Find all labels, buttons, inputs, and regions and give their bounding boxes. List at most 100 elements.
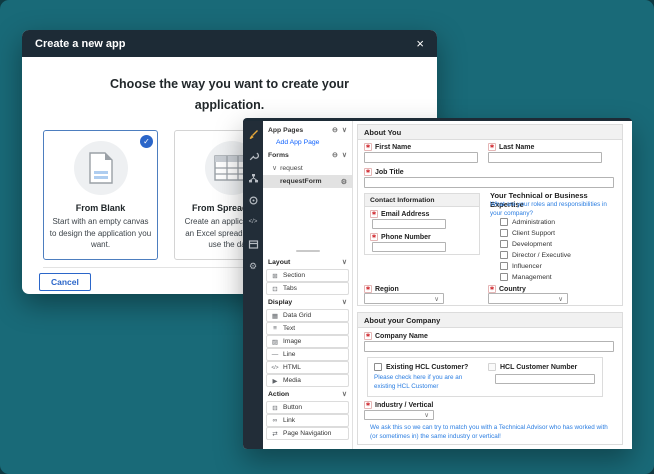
checkbox-icon[interactable] <box>500 240 508 248</box>
from-blank-title: From Blank <box>44 203 157 213</box>
required-icon: ∗ <box>364 332 372 340</box>
forms-header[interactable]: Forms ⊖ ∨ <box>263 149 352 161</box>
chevron-down-icon: ∨ <box>342 390 347 398</box>
checkbox-icon[interactable] <box>500 262 508 270</box>
palette-item-tabs[interactable]: ⊡ Tabs <box>266 282 349 295</box>
collapse-all-icon[interactable]: ⊖ <box>332 151 338 159</box>
email-address-input[interactable] <box>372 219 446 229</box>
industry-label: ∗ Industry / Vertical <box>364 401 433 409</box>
palette-section-display[interactable]: Display ∨ <box>263 297 352 307</box>
palette-item-html[interactable]: </> HTML <box>266 361 349 374</box>
palette-item-link[interactable]: ∞ Link <box>266 414 349 427</box>
palette-item-label: Link <box>283 417 295 424</box>
palette-item-section[interactable]: ⊞ Section <box>266 269 349 282</box>
customer-number-label-row: HCL Customer Number <box>488 363 577 371</box>
checkbox-administration[interactable]: Administration <box>500 218 555 226</box>
from-blank-description: Start with an empty canvas to design the… <box>49 216 152 251</box>
palette-section-action[interactable]: Action ∨ <box>263 389 352 399</box>
company-name-input[interactable] <box>364 341 614 352</box>
required-icon: ∗ <box>370 233 378 241</box>
checkbox-icon[interactable] <box>500 229 508 237</box>
wrench-icon[interactable] <box>247 150 259 162</box>
existing-customer-checkbox[interactable]: Existing HCL Customer? <box>374 363 468 371</box>
industry-helper: We ask this so we can try to match you w… <box>370 424 610 441</box>
chevron-down-icon[interactable]: ∨ <box>342 126 347 134</box>
required-icon: ∗ <box>488 143 496 151</box>
palette-item-image[interactable]: ▨ Image <box>266 335 349 348</box>
display-label: Display <box>268 299 292 306</box>
html-icon: </> <box>271 365 279 371</box>
phone-number-label: ∗ Phone Number <box>370 233 431 241</box>
palette-item-media[interactable]: ▶ Media <box>266 374 349 387</box>
palette-item-label: Tabs <box>283 285 297 292</box>
checkbox-icon[interactable] <box>500 273 508 281</box>
media-icon: ▶ <box>271 377 279 385</box>
link-icon: ∞ <box>271 417 279 424</box>
checkbox-director-executive[interactable]: Director / Executive <box>500 251 571 259</box>
image-icon: ▨ <box>271 338 279 346</box>
country-select[interactable]: ∨ <box>488 293 568 304</box>
palette-item-button[interactable]: ⊟ Button <box>266 401 349 414</box>
panel-drag-handle[interactable] <box>296 250 320 252</box>
phone-number-input[interactable] <box>372 242 446 252</box>
cancel-button[interactable]: Cancel <box>39 273 91 291</box>
layout-label: Layout <box>268 259 290 266</box>
form-settings-gear-icon[interactable]: ⚙ <box>341 178 347 186</box>
palette-item-text[interactable]: ≡ Text <box>266 322 349 335</box>
job-title-label: ∗ Job Title <box>364 168 404 176</box>
checkbox-icon[interactable] <box>374 363 382 371</box>
optional-marker-icon <box>488 363 496 371</box>
chevron-down-icon: ∨ <box>342 298 347 306</box>
lifecycle-icon[interactable] <box>247 194 259 206</box>
section-about-company: About your Company ∗ Company Name Existi… <box>357 312 623 445</box>
data-store-icon[interactable] <box>247 238 259 250</box>
job-title-input[interactable] <box>364 177 614 188</box>
palette-item-label: HTML <box>283 364 301 371</box>
selected-form-label: requestForm <box>280 178 322 185</box>
code-icon[interactable]: </> <box>247 216 259 228</box>
checkbox-influencer[interactable]: Influencer <box>500 262 542 270</box>
checkbox-icon[interactable] <box>500 251 508 259</box>
section-icon: ⊞ <box>271 272 279 280</box>
region-select[interactable]: ∨ <box>364 293 444 304</box>
palette-item-page-navigation[interactable]: ⇄ Page Navigation <box>266 427 349 440</box>
left-icon-rail: </> ⚙ <box>243 121 263 449</box>
close-icon[interactable]: × <box>416 37 424 50</box>
palette-section-layout[interactable]: Layout ∨ <box>263 257 352 267</box>
country-label: ∗ Country <box>488 285 526 293</box>
chevron-down-icon: ∨ <box>342 258 347 266</box>
add-app-page-link[interactable]: Add App Page <box>263 137 352 147</box>
last-name-label: ∗ Last Name <box>488 143 534 151</box>
first-name-input[interactable] <box>364 152 478 163</box>
contact-information-header: Contact Information <box>365 194 479 207</box>
sitemap-icon[interactable] <box>247 172 259 184</box>
tree-item-label: request <box>280 165 303 172</box>
from-blank-card[interactable]: ✓ From Blank Start with an empty canvas … <box>43 130 158 260</box>
app-pages-header[interactable]: App Pages ⊖ ∨ <box>263 124 352 136</box>
collapse-all-icon[interactable]: ⊖ <box>332 126 338 134</box>
checkbox-development[interactable]: Development <box>500 240 552 248</box>
select-caret-icon: ∨ <box>434 295 439 303</box>
palette-item-label: Section <box>283 272 305 279</box>
industry-select[interactable]: ∨ <box>364 410 434 420</box>
checkbox-icon[interactable] <box>500 218 508 226</box>
checkbox-client-support[interactable]: Client Support <box>500 229 555 237</box>
tree-item-request[interactable]: ∨ request <box>263 163 352 173</box>
last-name-input[interactable] <box>488 152 602 163</box>
forms-label: Forms <box>268 152 289 159</box>
chevron-down-icon[interactable]: ∨ <box>342 151 347 159</box>
palette-item-line[interactable]: — Line <box>266 348 349 361</box>
modal-title: Create a new app <box>35 38 125 50</box>
palette-item-data-grid[interactable]: ▦ Data Grid <box>266 309 349 322</box>
customer-number-input[interactable] <box>495 374 595 384</box>
palette-item-label: Media <box>283 377 301 384</box>
palette-item-label: Text <box>283 325 295 332</box>
email-address-label: ∗ Email Address <box>370 210 429 218</box>
selected-check-icon: ✓ <box>140 135 153 148</box>
paint-brush-icon[interactable] <box>247 128 259 140</box>
about-company-header: About your Company <box>358 313 622 328</box>
tree-item-requestform[interactable]: requestForm ⚙ <box>263 175 352 188</box>
line-icon: — <box>271 351 279 358</box>
checkbox-management[interactable]: Management <box>500 273 552 281</box>
settings-gear-icon[interactable]: ⚙ <box>247 260 259 272</box>
